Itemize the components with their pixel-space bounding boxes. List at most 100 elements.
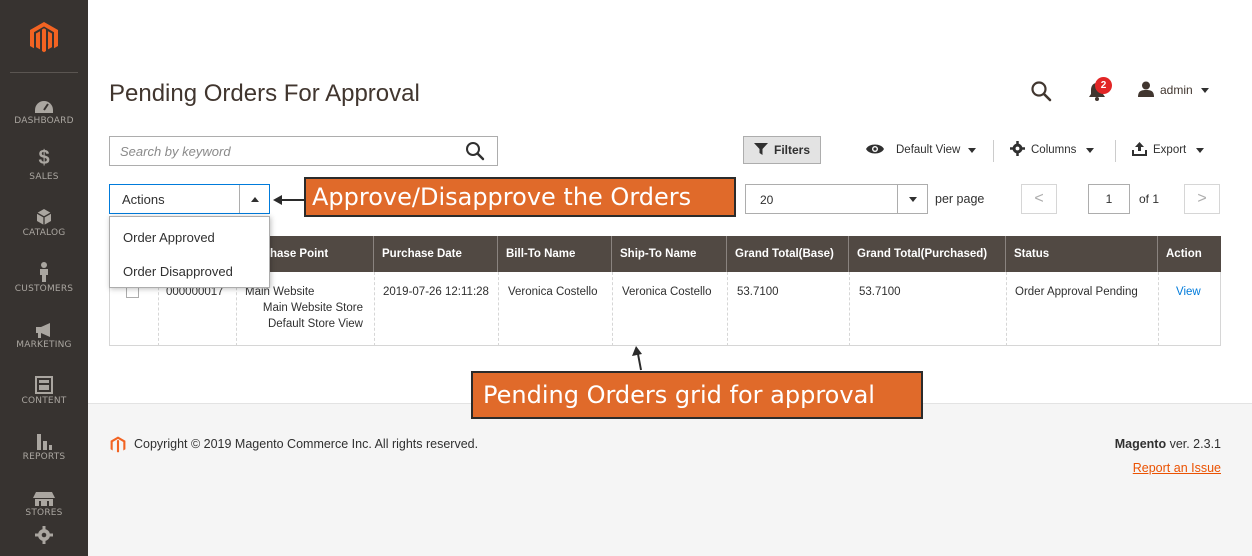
per-page-label: per page [935, 192, 985, 206]
chevron-down-icon [897, 185, 927, 213]
mass-actions-label: Actions [122, 192, 165, 207]
global-search-icon[interactable] [1030, 80, 1052, 102]
gauge-icon [0, 84, 88, 114]
view-order-link[interactable]: View [1176, 286, 1201, 298]
footer-copyright: Copyright © 2019 Magento Commerce Inc. A… [134, 437, 479, 451]
cell-purchase-point-store: Main Website Store [262, 302, 363, 314]
grid-header-status[interactable]: Status [1006, 236, 1158, 272]
default-view-dropdown[interactable]: Default View [866, 136, 977, 164]
funnel-icon [753, 142, 768, 158]
default-view-label: Default View [896, 144, 961, 156]
report-issue-link[interactable]: Report an Issue [1133, 461, 1221, 475]
toolbar-divider [1115, 140, 1116, 162]
user-icon [1138, 81, 1154, 100]
footer-brand: Magento [1114, 437, 1167, 451]
grid-header-action[interactable]: Action [1158, 236, 1221, 272]
storefront-icon [0, 476, 88, 506]
grid-column-divider [849, 272, 850, 346]
chevron-down-icon [1200, 87, 1209, 93]
cube-icon [0, 196, 88, 226]
sidebar-item-customers[interactable]: CUSTOMERS [0, 252, 88, 310]
sidebar-item-label: MARKETING [16, 340, 72, 350]
current-page-input[interactable]: 1 [1088, 184, 1130, 214]
grid-column-divider [498, 272, 499, 346]
annotation-arrow-left-icon [273, 195, 304, 205]
bar-chart-icon [0, 420, 88, 450]
sidebar-item-marketing[interactable]: MARKETING [0, 308, 88, 366]
cell-grand-total-purchased: 53.7100 [859, 286, 901, 298]
magento-logo-icon [110, 436, 126, 453]
grid-column-divider [727, 272, 728, 346]
next-page-button[interactable]: > [1184, 184, 1220, 214]
cell-ship-to-name: Veronica Costello [622, 286, 712, 298]
sidebar-item-label: CONTENT [21, 396, 67, 406]
eye-icon [866, 143, 884, 158]
filters-label: Filters [773, 143, 810, 157]
cell-purchase-date: 2019-07-26 12:11:28 [383, 286, 489, 298]
export-upload-icon [1132, 141, 1147, 159]
page-footer [88, 403, 1252, 556]
magento-logo-icon[interactable] [22, 14, 66, 62]
megaphone-icon [0, 308, 88, 338]
layout-icon [0, 364, 88, 394]
grid-header-row: hase Point Purchase Date Bill-To Name Sh… [109, 236, 1221, 272]
gear-icon [1010, 141, 1025, 159]
chevron-down-icon [1196, 147, 1205, 153]
gear-icon [0, 514, 88, 544]
sidebar-item-content[interactable]: CONTENT [0, 364, 88, 422]
sidebar-item-sales[interactable]: $ SALES [0, 140, 88, 198]
sidebar-item-system[interactable] [0, 514, 88, 556]
sidebar-item-label: REPORTS [22, 452, 66, 462]
admin-username: admin [1160, 83, 1193, 97]
grid-column-divider [374, 272, 375, 346]
toolbar-divider [993, 140, 994, 162]
grid-header-total-base[interactable]: Grand Total(Base) [727, 236, 849, 272]
grid-column-divider [1006, 272, 1007, 346]
keyword-search-input[interactable] [110, 137, 450, 165]
footer-version: Magento ver. 2.3.1 [1115, 437, 1221, 451]
status-badge: Order Approval Pending [1015, 286, 1138, 298]
chevron-down-icon [968, 147, 977, 153]
dollar-icon: $ [38, 147, 50, 169]
columns-label: Columns [1031, 144, 1077, 156]
mass-actions-select[interactable]: Actions [109, 184, 270, 214]
sidebar-item-dashboard[interactable]: DASHBOARD [0, 84, 88, 142]
sidebar-item-label: CUSTOMERS [14, 284, 74, 294]
grid-column-divider [612, 272, 613, 346]
columns-dropdown[interactable]: Columns [1010, 136, 1095, 164]
grid-header-ship-to[interactable]: Ship-To Name [612, 236, 727, 272]
admin-user-menu[interactable]: admin [1138, 80, 1209, 100]
sidebar-item-label: DASHBOARD [14, 116, 74, 126]
per-page-value: 20 [760, 193, 774, 207]
grid-header-bill-to[interactable]: Bill-To Name [498, 236, 612, 272]
per-page-select[interactable]: 20 [745, 184, 928, 214]
cell-grand-total-base: 53.7100 [737, 286, 779, 298]
footer-version-number: ver. 2.3.1 [1166, 437, 1221, 451]
action-option-order-approved[interactable]: Order Approved [123, 230, 215, 245]
sidebar-divider [10, 72, 78, 73]
keyword-search-box [109, 136, 498, 166]
search-icon[interactable] [465, 141, 485, 161]
sidebar-item-catalog[interactable]: CATALOG [0, 196, 88, 254]
person-icon [0, 252, 88, 282]
grid-header-purchase-date[interactable]: Purchase Date [374, 236, 498, 272]
mass-actions-menu: Order Approved Order Disapproved [109, 216, 270, 288]
annotation-grid-callout: Pending Orders grid for approval [471, 371, 923, 419]
chevron-up-icon[interactable] [239, 185, 269, 213]
notification-count-badge[interactable]: 2 [1095, 77, 1112, 94]
cell-bill-to-name: Veronica Costello [508, 286, 598, 298]
filters-button[interactable]: Filters [743, 136, 821, 164]
previous-page-button[interactable]: < [1021, 184, 1057, 214]
grid-header-purchase-point[interactable]: hase Point [270, 236, 374, 272]
sidebar-item-label: SALES [29, 172, 59, 182]
cell-purchase-point-view: Default Store View [267, 318, 363, 330]
sidebar-item-label: CATALOG [22, 228, 66, 238]
annotation-actions-callout: Approve/Disapprove the Orders [304, 177, 736, 217]
grid-header-total-purchased[interactable]: Grand Total(Purchased) [849, 236, 1006, 272]
action-option-order-disapproved[interactable]: Order Disapproved [123, 264, 233, 279]
admin-sidebar: DASHBOARD $ SALES CATALOG CUSTOMERS MARK… [0, 0, 88, 556]
export-dropdown[interactable]: Export [1132, 136, 1205, 164]
page-total-label: of 1 [1139, 192, 1160, 206]
sidebar-item-reports[interactable]: REPORTS [0, 420, 88, 478]
export-label: Export [1153, 144, 1187, 156]
